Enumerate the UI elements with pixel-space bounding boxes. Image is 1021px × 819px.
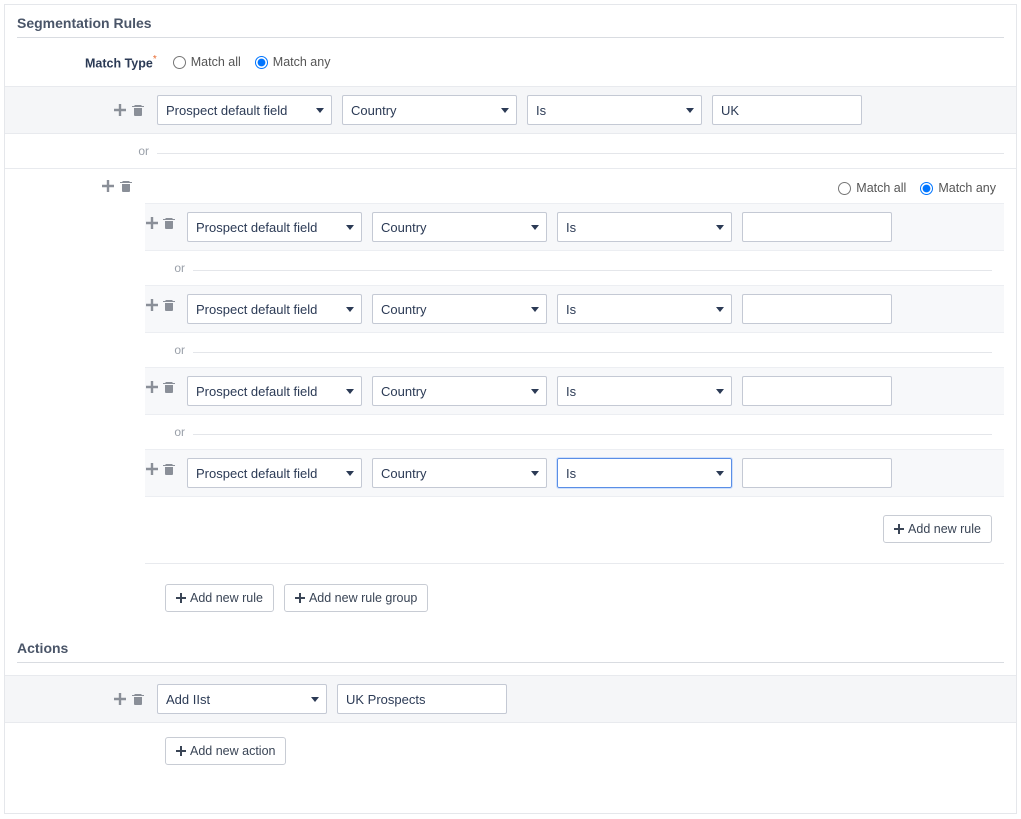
radio-match-all-input[interactable] — [173, 56, 186, 69]
nested-rule-row: Prospect default field Country Is — [145, 285, 1004, 333]
or-separator: or — [145, 333, 1004, 367]
field-select[interactable]: Country — [372, 376, 547, 406]
group-body: Match all Match any Prospect default fie… — [145, 175, 1004, 564]
operator-select[interactable]: Is — [557, 458, 732, 488]
value-input[interactable] — [712, 95, 862, 125]
add-new-rule-button-outer[interactable]: Add new rule — [165, 584, 274, 612]
trash-icon[interactable] — [131, 103, 145, 117]
add-icon[interactable] — [145, 216, 158, 230]
trash-icon[interactable] — [162, 380, 175, 394]
add-new-action-button[interactable]: Add new action — [165, 737, 286, 765]
add-new-rule-button[interactable]: Add new rule — [883, 515, 992, 543]
rule-controls: Prospect default field Country Is — [187, 458, 892, 488]
action-controls: Add IIst — [157, 684, 507, 714]
section-title-rules: Segmentation Rules — [5, 5, 1016, 37]
rule-controls: Prospect default field Country Is — [187, 376, 892, 406]
operator-select[interactable]: Is — [557, 212, 732, 242]
field-type-select[interactable]: Prospect default field — [187, 458, 362, 488]
operator-select[interactable]: Is — [557, 376, 732, 406]
radio-match-any[interactable]: Match any — [255, 55, 331, 69]
or-separator: or — [5, 134, 1016, 168]
value-input[interactable] — [742, 212, 892, 242]
group-match-type: Match all Match any — [145, 175, 1004, 203]
or-separator: or — [145, 415, 1004, 449]
field-type-select[interactable]: Prospect default field — [187, 376, 362, 406]
operator-select[interactable]: Is — [527, 95, 702, 125]
trash-icon[interactable] — [131, 692, 145, 706]
nested-rule-row: Prospect default field Country Is — [145, 203, 1004, 251]
trash-icon[interactable] — [162, 216, 175, 230]
radio-match-any-input[interactable] — [255, 56, 268, 69]
page-container: Segmentation Rules Match Type* Match all… — [4, 4, 1017, 814]
field-select[interactable]: Country — [372, 212, 547, 242]
add-icon[interactable] — [113, 103, 127, 117]
actions-add-row: Add new action — [5, 723, 1016, 783]
field-select[interactable]: Country — [372, 294, 547, 324]
add-icon[interactable] — [145, 298, 158, 312]
group-footer: Add new rule — [145, 497, 1004, 564]
nested-rule-row: Prospect default field Country Is — [145, 367, 1004, 415]
value-input[interactable] — [742, 294, 892, 324]
operator-select[interactable]: Is — [557, 294, 732, 324]
rule-handles — [145, 212, 187, 230]
trash-icon[interactable] — [119, 179, 133, 193]
action-row: Add IIst — [5, 675, 1016, 723]
add-new-rule-group-button[interactable]: Add new rule group — [284, 584, 428, 612]
add-icon[interactable] — [145, 380, 158, 394]
group-handles — [5, 175, 145, 193]
radio-match-all[interactable]: Match all — [173, 55, 241, 69]
action-type-select[interactable]: Add IIst — [157, 684, 327, 714]
group-radio-match-all[interactable]: Match all — [838, 181, 906, 195]
trash-icon[interactable] — [162, 462, 175, 476]
add-icon[interactable] — [113, 692, 127, 706]
field-select[interactable]: Country — [342, 95, 517, 125]
rule-handles — [17, 103, 157, 117]
rule-row: Prospect default field Country Is — [5, 86, 1016, 134]
group-radio-match-any-input[interactable] — [920, 182, 933, 195]
field-type-select[interactable]: Prospect default field — [187, 294, 362, 324]
match-type-row: Match Type* Match all Match any — [5, 38, 1016, 86]
rule-controls: Prospect default field Country Is — [157, 95, 862, 125]
rule-controls: Prospect default field Country Is — [187, 294, 892, 324]
outer-add-row: Add new rule Add new rule group — [5, 570, 1016, 630]
match-type-radio-group: Match all Match any — [173, 55, 331, 69]
rule-group: Match all Match any Prospect default fie… — [5, 168, 1016, 570]
nested-rule-row: Prospect default field Country Is — [145, 449, 1004, 497]
match-type-label: Match Type* — [85, 54, 157, 70]
add-icon[interactable] — [101, 179, 115, 193]
field-type-select[interactable]: Prospect default field — [187, 212, 362, 242]
value-input[interactable] — [742, 458, 892, 488]
trash-icon[interactable] — [162, 298, 175, 312]
field-select[interactable]: Country — [372, 458, 547, 488]
or-separator: or — [145, 251, 1004, 285]
action-handles — [17, 692, 157, 706]
rule-handles — [145, 458, 187, 476]
add-icon[interactable] — [145, 462, 158, 476]
rule-handles — [145, 376, 187, 394]
value-input[interactable] — [742, 376, 892, 406]
action-value-input[interactable] — [337, 684, 507, 714]
group-radio-match-all-input[interactable] — [838, 182, 851, 195]
group-radio-match-any[interactable]: Match any — [920, 181, 996, 195]
rule-controls: Prospect default field Country Is — [187, 212, 892, 242]
field-type-select[interactable]: Prospect default field — [157, 95, 332, 125]
rule-handles — [145, 294, 187, 312]
section-title-actions: Actions — [5, 630, 1016, 662]
